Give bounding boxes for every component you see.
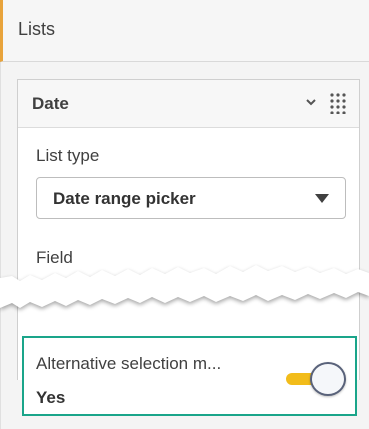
- drag-handle-icon[interactable]: [329, 92, 347, 114]
- toggle-knob[interactable]: [310, 362, 346, 396]
- alternative-selection-label: Alternative selection m...: [36, 354, 222, 373]
- lists-section-header[interactable]: Lists: [0, 0, 369, 62]
- section-title: Lists: [18, 19, 56, 39]
- list-type-label: List type: [36, 146, 100, 165]
- card-title: Date: [32, 94, 69, 113]
- alternative-selection-toggle[interactable]: [284, 362, 348, 396]
- torn-edge-divider: [0, 265, 369, 310]
- alternative-selection-setting: Alternative selection m... Yes: [22, 336, 357, 416]
- card-header[interactable]: Date: [18, 80, 359, 128]
- dropdown-caret-icon: [315, 194, 329, 203]
- list-type-selected-value: Date range picker: [53, 189, 196, 208]
- list-type-select[interactable]: Date range picker: [36, 177, 346, 219]
- alternative-selection-value: Yes: [36, 388, 66, 407]
- chevron-down-icon[interactable]: [303, 94, 319, 110]
